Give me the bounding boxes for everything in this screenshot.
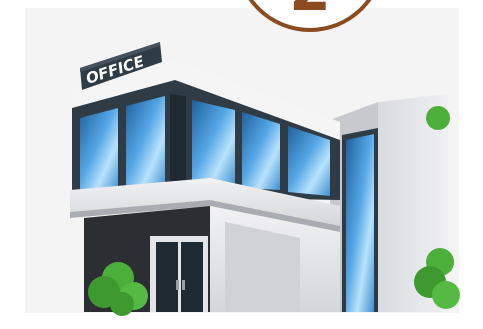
image-frame: OFFICE 2 — [0, 0, 483, 329]
step-number: 2 — [239, 0, 381, 20]
office-building-illustration: OFFICE — [70, 42, 460, 316]
